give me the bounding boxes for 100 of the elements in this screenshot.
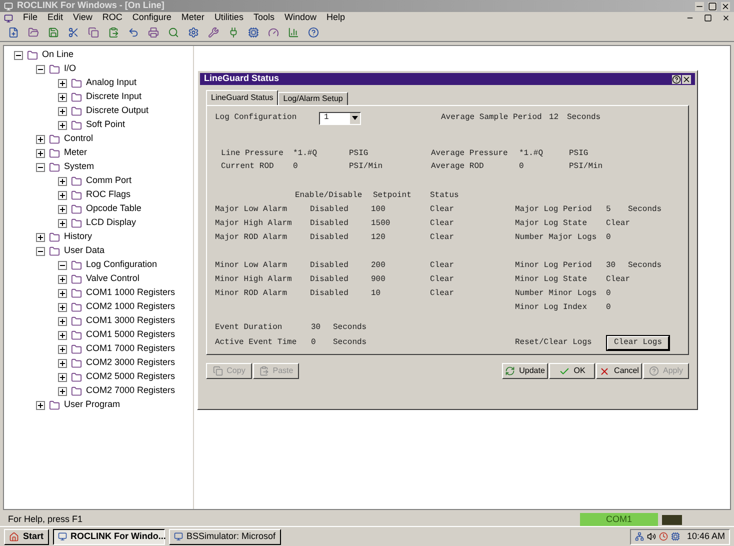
expand-box[interactable] bbox=[58, 190, 67, 200]
toolbar-icon[interactable] bbox=[128, 27, 139, 38]
tree-item[interactable]: COM1 7000 Registers bbox=[86, 342, 176, 356]
collapse-box[interactable] bbox=[36, 162, 45, 172]
menu-item[interactable]: Window bbox=[284, 11, 316, 25]
folder-icon bbox=[49, 134, 60, 144]
tree-item[interactable]: Soft Point bbox=[86, 118, 126, 132]
taskbar-button[interactable]: ROCLINK For Windo... bbox=[52, 528, 165, 544]
expand-box[interactable] bbox=[58, 302, 67, 312]
toolbar-icon[interactable] bbox=[48, 27, 59, 38]
expand-box[interactable] bbox=[36, 232, 45, 242]
clear-logs-button[interactable]: Clear Logs bbox=[607, 336, 670, 350]
toolbar-icon[interactable] bbox=[148, 27, 159, 38]
menu-item[interactable]: ROC bbox=[102, 11, 122, 25]
expand-box[interactable] bbox=[58, 204, 67, 214]
expand-box[interactable] bbox=[58, 176, 67, 186]
expand-box[interactable] bbox=[36, 400, 45, 410]
tree-item[interactable]: Comm Port bbox=[86, 174, 132, 188]
tab[interactable]: LineGuard Status bbox=[206, 90, 278, 105]
help-icon[interactable] bbox=[672, 74, 681, 84]
update-button[interactable]: Update bbox=[502, 363, 548, 379]
menu-item[interactable]: Help bbox=[326, 11, 345, 25]
expand-box[interactable] bbox=[58, 344, 67, 354]
toolbar-icon[interactable] bbox=[288, 27, 299, 38]
tree-item[interactable]: I/O bbox=[64, 62, 76, 76]
tree-item[interactable]: Discrete Input bbox=[86, 90, 142, 104]
toolbar-icon[interactable] bbox=[88, 27, 99, 38]
expand-box[interactable] bbox=[58, 386, 67, 396]
expand-box[interactable] bbox=[58, 358, 67, 368]
field-value: Disabled bbox=[310, 260, 350, 272]
tree-item[interactable]: Discrete Output bbox=[86, 104, 149, 118]
expand-box[interactable] bbox=[58, 316, 67, 326]
question-icon bbox=[648, 366, 659, 376]
toolbar-icon[interactable] bbox=[168, 27, 179, 38]
restore-icon[interactable] bbox=[704, 14, 712, 22]
port-indicator: COM1 bbox=[580, 512, 658, 526]
tree-item[interactable]: COM2 3000 Registers bbox=[86, 356, 176, 370]
toolbar-icon[interactable] bbox=[208, 27, 219, 38]
expand-box[interactable] bbox=[36, 148, 45, 158]
tree-item[interactable]: On Line bbox=[42, 48, 74, 62]
menu-item[interactable]: Tools bbox=[253, 11, 274, 25]
tree-item[interactable]: Valve Control bbox=[86, 272, 140, 286]
tree-item[interactable]: COM2 7000 Registers bbox=[86, 384, 176, 398]
tree-item[interactable]: ROC Flags bbox=[86, 188, 131, 202]
menu-item[interactable]: File bbox=[23, 11, 38, 25]
close-icon[interactable] bbox=[722, 14, 730, 22]
expand-box[interactable] bbox=[58, 92, 67, 102]
maximize-icon[interactable] bbox=[708, 2, 717, 10]
expand-box[interactable] bbox=[58, 330, 67, 340]
menu-item[interactable]: Configure bbox=[132, 11, 172, 25]
tree-item[interactable]: COM1 5000 Registers bbox=[86, 328, 176, 342]
tree-item[interactable]: User Program bbox=[64, 398, 120, 412]
tree-item[interactable]: Analog Input bbox=[86, 76, 137, 90]
tab[interactable]: Log/Alarm Setup bbox=[278, 92, 348, 105]
start-button[interactable]: Start bbox=[4, 528, 49, 544]
tree-item[interactable]: History bbox=[64, 230, 92, 244]
tree-item[interactable]: Control bbox=[64, 132, 94, 146]
tree-item[interactable]: System bbox=[64, 160, 94, 174]
tree-item[interactable]: LCD Display bbox=[86, 216, 136, 230]
expand-box[interactable] bbox=[58, 218, 67, 228]
expand-box[interactable] bbox=[58, 120, 67, 130]
ok-button[interactable]: OK bbox=[549, 363, 595, 379]
toolbar-icon[interactable] bbox=[308, 27, 319, 38]
tree-item[interactable]: COM2 5000 Registers bbox=[86, 370, 176, 384]
menu-item[interactable]: View bbox=[73, 11, 92, 25]
collapse-box[interactable] bbox=[58, 260, 67, 270]
cancel-button[interactable]: Cancel bbox=[596, 363, 642, 379]
tree-item[interactable]: Meter bbox=[64, 146, 88, 160]
tree-item[interactable]: Opcode Table bbox=[86, 202, 142, 216]
close-icon bbox=[599, 366, 610, 376]
close-icon[interactable] bbox=[682, 74, 691, 84]
expand-box[interactable] bbox=[58, 288, 67, 298]
menu-item[interactable]: Utilities bbox=[214, 11, 244, 25]
expand-box[interactable] bbox=[36, 134, 45, 144]
collapse-box[interactable] bbox=[36, 246, 45, 256]
expand-box[interactable] bbox=[58, 106, 67, 116]
log-configuration-dropdown[interactable]: 1 bbox=[319, 112, 361, 124]
toolbar-icon[interactable] bbox=[108, 27, 119, 38]
toolbar-icon[interactable] bbox=[188, 27, 199, 38]
menu-item[interactable]: Edit bbox=[48, 11, 64, 25]
menu-item[interactable]: Meter bbox=[181, 11, 204, 25]
tree-item[interactable]: Log Configuration bbox=[86, 258, 158, 272]
toolbar-icon[interactable] bbox=[28, 27, 39, 38]
collapse-box[interactable] bbox=[14, 50, 23, 60]
taskbar-button[interactable]: BSSimulator: Microsof bbox=[168, 528, 281, 544]
collapse-box[interactable] bbox=[36, 64, 45, 74]
toolbar-icon[interactable] bbox=[228, 27, 239, 38]
tree-item[interactable]: COM1 1000 Registers bbox=[86, 286, 176, 300]
expand-box[interactable] bbox=[58, 274, 67, 284]
toolbar-icon[interactable] bbox=[248, 27, 259, 38]
toolbar-icon[interactable] bbox=[268, 27, 279, 38]
tree-item[interactable]: User Data bbox=[64, 244, 105, 258]
toolbar-icon[interactable] bbox=[8, 27, 19, 38]
expand-box[interactable] bbox=[58, 372, 67, 382]
minimize-icon[interactable] bbox=[695, 2, 704, 10]
tree-item[interactable]: COM1 3000 Registers bbox=[86, 314, 176, 328]
close-icon[interactable] bbox=[721, 2, 730, 10]
toolbar-icon[interactable] bbox=[68, 27, 79, 38]
tree-item[interactable]: COM2 1000 Registers bbox=[86, 300, 176, 314]
expand-box[interactable] bbox=[58, 78, 67, 88]
